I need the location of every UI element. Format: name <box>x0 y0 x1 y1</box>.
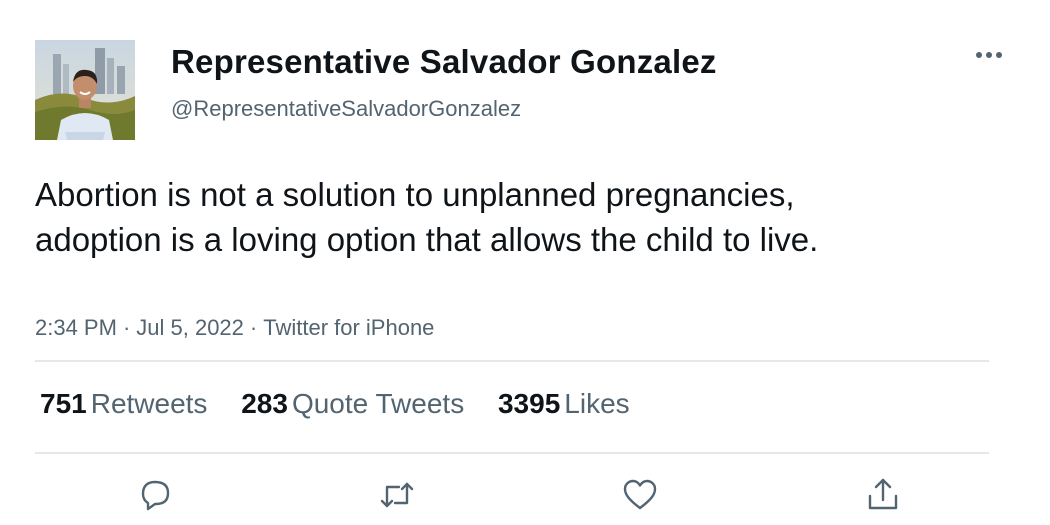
tweet-time[interactable]: 2:34 PM <box>35 315 117 340</box>
profile-photo-icon <box>35 40 135 140</box>
retweets-count: 751 <box>40 388 87 419</box>
tweet-text: Abortion is not a solution to unplanned … <box>35 176 819 258</box>
likes-stat[interactable]: 3395 Likes <box>498 388 630 419</box>
tweet-card: Representative Salvador Gonzalez @Repres… <box>0 0 1050 525</box>
more-dots-icon <box>976 52 1002 58</box>
like-button[interactable] <box>620 476 660 514</box>
share-upload-icon <box>868 478 898 510</box>
retweets-label: Retweets <box>90 388 208 419</box>
heart-icon <box>623 479 657 510</box>
tweet-stats: 751 Retweets 283 Quote Tweets 3395 Likes <box>40 388 656 420</box>
retweet-button[interactable] <box>377 476 417 514</box>
tweet-meta: 2:34 PM · Jul 5, 2022 · Twitter for iPhone <box>35 315 434 341</box>
likes-count: 3395 <box>497 388 561 419</box>
author-display-name[interactable]: Representative Salvador Gonzalez <box>171 43 717 81</box>
avatar[interactable] <box>35 40 135 140</box>
speech-bubble-icon <box>141 480 170 511</box>
share-button[interactable] <box>863 476 903 514</box>
tweet-source[interactable]: Twitter for iPhone <box>263 315 434 340</box>
retweet-arrows-icon <box>380 482 414 508</box>
quote-tweets-stat[interactable]: 283 Quote Tweets <box>241 388 464 419</box>
divider <box>35 452 989 454</box>
tweet-date[interactable]: Jul 5, 2022 <box>136 315 244 340</box>
retweets-stat[interactable]: 751 Retweets <box>40 388 207 419</box>
quote-tweets-label: Quote Tweets <box>291 388 465 419</box>
likes-label: Likes <box>564 388 630 419</box>
meta-separator: · <box>122 315 131 340</box>
reply-button[interactable] <box>135 476 175 514</box>
divider <box>35 360 989 362</box>
author-handle[interactable]: @RepresentativeSalvadorGonzalez <box>171 96 521 122</box>
meta-separator: · <box>249 315 258 340</box>
more-options-button[interactable] <box>972 40 1006 70</box>
quote-tweets-count: 283 <box>241 388 288 419</box>
